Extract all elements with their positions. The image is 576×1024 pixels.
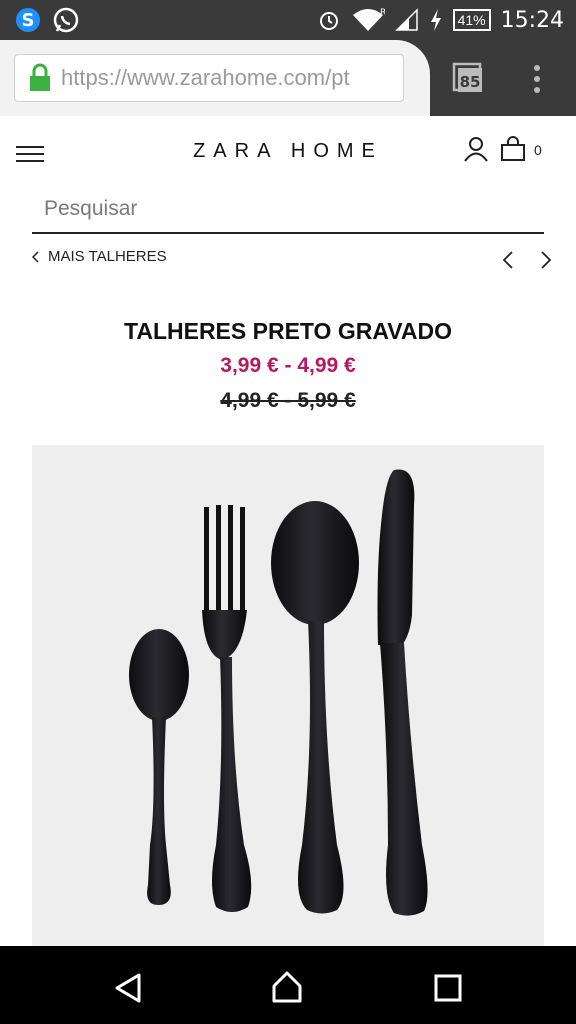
wifi-icon: R [352, 8, 385, 31]
product-image[interactable] [32, 445, 544, 950]
brand-logo[interactable]: ZARA HOME [0, 140, 576, 163]
signal-icon [394, 8, 418, 31]
browser-menu-button[interactable] [530, 64, 544, 94]
fork [202, 505, 252, 912]
tab-count: 85 [460, 73, 481, 91]
tab-switcher-button[interactable]: 85 [452, 62, 484, 94]
clock: 15:24 [500, 7, 564, 33]
recents-button[interactable] [434, 974, 462, 1002]
knife [377, 469, 428, 916]
breadcrumb-label: MAIS TALHERES [48, 248, 167, 265]
alarm-icon [319, 12, 338, 30]
lock-icon [30, 63, 50, 91]
breadcrumb[interactable]: MAIS TALHERES [32, 248, 167, 265]
svg-text:R: R [380, 8, 385, 18]
skype-icon: S [16, 8, 40, 32]
url-text: https://www.zarahome.com/pt [61, 65, 350, 90]
home-button[interactable] [270, 970, 304, 1004]
price-old: 4,99 € - 5,99 € [0, 389, 576, 413]
system-nav-bar [0, 946, 576, 1024]
tablespoon [271, 501, 359, 914]
teaspoon [129, 629, 189, 905]
shopping-bag-icon[interactable] [500, 136, 526, 162]
chevron-left-icon [32, 250, 39, 263]
previous-product-button[interactable] [502, 250, 514, 270]
url-field[interactable]: https://www.zarahome.com/pt [14, 54, 404, 102]
charging-icon [430, 9, 441, 31]
site-header: ZARA HOME 0 [0, 116, 576, 186]
battery-level: 41% [457, 12, 486, 28]
cutlery-illustration [129, 469, 428, 916]
svg-text:S: S [22, 10, 35, 31]
bag-count: 0 [534, 142, 542, 158]
price-current: 3,99 € - 4,99 € [220, 354, 356, 377]
next-product-button[interactable] [540, 250, 552, 270]
status-bar: S R 41% 15:24 [0, 0, 576, 40]
product-title: TALHERES PRETO GRAVADO [124, 318, 452, 344]
address-bar-area: https://www.zarahome.com/pt [0, 40, 430, 116]
whatsapp-icon [53, 7, 79, 33]
browser-toolbar: https://www.zarahome.com/pt 85 [0, 40, 576, 116]
user-icon[interactable] [463, 136, 489, 162]
product-nav [502, 250, 552, 270]
battery-indicator: 41% [452, 9, 491, 31]
search-input[interactable]: Pesquisar [32, 186, 544, 234]
price-old-value: 4,99 € - 5,99 € [220, 389, 356, 412]
back-button[interactable] [113, 972, 143, 1004]
